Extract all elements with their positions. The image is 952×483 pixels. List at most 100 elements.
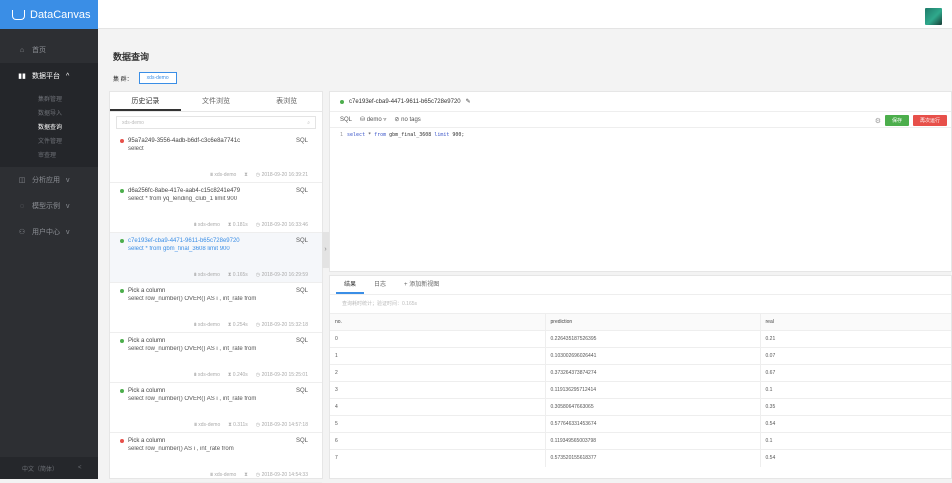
time-value: 2018-09-20 15:25:01 [261, 372, 308, 378]
table-cell: 6 [330, 432, 545, 450]
sql-text: * [365, 132, 375, 138]
duration-meta: ⧗ 0.165s [227, 272, 248, 278]
history-item[interactable]: 95a7a249-3556-4adb-b6df-c3c6e8a7741c sele… [110, 133, 322, 183]
sidebar-subitem-files[interactable]: 文件管理 [0, 135, 98, 149]
history-item-title: Pick a column [128, 438, 166, 444]
tab-log[interactable]: 日志 [366, 276, 394, 294]
edit-icon[interactable]: ✎ [466, 98, 471, 105]
table-cell: 3 [330, 381, 545, 399]
table-row: 5 0.577646331453674 0.54 [330, 415, 951, 433]
cluster-selector-row: 集 群： xds-demo [113, 72, 177, 84]
table-cell: 0.103002696026441 [544, 347, 760, 365]
sidebar-item-models[interactable]: ◌ 模型示例 v [0, 193, 98, 219]
history-search-input[interactable]: xds-demo ⌕ [116, 116, 316, 129]
panel-collapse-handle[interactable]: › [322, 232, 329, 268]
collapse-sidebar-icon[interactable]: < [78, 465, 82, 471]
results-body: 0 0.226435187526395 0.21 1 0.103002696026441… [330, 330, 951, 467]
history-item-type: SQL [295, 288, 308, 294]
tab-file-browser[interactable]: 文件浏览 [181, 92, 252, 111]
history-item[interactable]: c7e193ef-cba9-4471-9611-b65c728e9720 sele… [110, 233, 322, 283]
history-item-id: d6a256fc-8abe-417e-aab4-c15c8241e479 [120, 188, 312, 194]
query-id: c7e193ef-cba9-4471-9611-b65c728e9720 [349, 98, 461, 105]
chevron-down-icon: v [66, 228, 70, 236]
cluster-name: xds-demo [197, 322, 220, 328]
history-item[interactable]: d6a256fc-8abe-417e-aab4-c15c8241e479 sele… [110, 183, 322, 233]
duration-value: 0.254s [232, 322, 248, 328]
cluster-meta: ⩩ xds-demo [194, 422, 221, 428]
history-item-title: 95a7a249-3556-4adb-b6df-c3c6e8a7741c [128, 138, 241, 144]
table-row: 2 0.373264373874274 0.67 [330, 364, 951, 382]
time-meta: ◷ 2018-09-20 16:39:21 [255, 172, 308, 178]
history-item-meta: ⩩ xds-demo ⧗ 0.254s ◷ 2018-09-20 15:32:18 [194, 322, 308, 328]
history-item-type: SQL [295, 188, 308, 194]
column-header[interactable]: no. [330, 313, 545, 331]
column-header[interactable]: real [759, 313, 951, 331]
tags-select[interactable]: ⊘ no tags [394, 116, 420, 123]
table-cell: 0.226435187526395 [544, 330, 760, 348]
results-table: no. prediction real 0 0.226435187526395 0.… [330, 313, 951, 467]
table-cell: 0 [330, 330, 545, 348]
editor-buttons: ⚙ 保存 再次运行 [875, 115, 947, 126]
tab-add-view[interactable]: + 添加新视图 [396, 276, 447, 294]
table-row: 0 0.226435187526395 0.21 [330, 330, 951, 348]
line-number: 1 [340, 132, 344, 138]
language-select[interactable]: 中文（简体） [22, 464, 58, 473]
table-row: 3 0.119136295712414 0.1 [330, 381, 951, 399]
duration-meta: ⧗ [244, 172, 248, 178]
duration-value: 0.181s [232, 222, 248, 228]
history-item-sql: select row_number() OVER() AS i , int_ra… [128, 396, 257, 402]
sidebar-item-home[interactable]: ⌂ 首页 [0, 37, 98, 63]
time-value: 2018-09-20 16:29:59 [261, 272, 308, 278]
duration-meta: ⧗ [244, 472, 248, 478]
history-item[interactable]: Pick a column select row_number() OVER() … [110, 383, 322, 433]
save-button[interactable]: 保存 [884, 115, 909, 126]
table-cell: 0.373264373874274 [544, 364, 760, 382]
sql-code-area[interactable]: 1 select * from gbm_final_3608 limit 900; [330, 128, 951, 142]
history-item-title: Pick a column [128, 338, 166, 344]
history-item[interactable]: Pick a column select row_number() AS i , … [110, 433, 322, 483]
tab-results[interactable]: 结果 [336, 276, 365, 294]
mode-label[interactable]: SQL [340, 117, 352, 123]
sidebar-item-label: 用户中心 [32, 229, 60, 236]
app-logo[interactable]: DataCanvas [0, 0, 98, 29]
sidebar-subitem-cluster[interactable]: 集群管理 [0, 93, 98, 107]
column-header[interactable]: prediction [544, 313, 760, 331]
sidebar-subitem-review[interactable]: 审查理 [0, 149, 98, 163]
table-cell: 0.54 [759, 449, 951, 467]
avatar[interactable] [925, 8, 942, 25]
history-item-type: SQL [295, 138, 308, 144]
cluster-label: 集 群： [113, 76, 133, 83]
history-item[interactable]: Pick a column select row_number() OVER() … [110, 333, 322, 383]
cluster-name: xds-demo [197, 222, 220, 228]
history-item-title: c7e193ef-cba9-4471-9611-b65c728e9720 [128, 238, 240, 244]
time-meta: ◷ 2018-09-20 14:57:18 [255, 422, 308, 428]
status-dot [120, 189, 124, 193]
sidebar-item-user-center[interactable]: ⚇ 用户中心 v [0, 219, 98, 245]
data-platform-icon: ▮▮ [18, 73, 26, 80]
tab-table-browser[interactable]: 表浏览 [251, 92, 322, 111]
cluster-name: xds-demo [214, 472, 237, 478]
cluster-meta: ⩩ xds-demo [193, 322, 220, 328]
history-item-type: SQL [295, 238, 308, 244]
history-list: 95a7a249-3556-4adb-b6df-c3c6e8a7741c sele… [110, 133, 322, 483]
sidebar-item-analysis[interactable]: ◫ 分析应用 v [0, 167, 98, 193]
database-select[interactable]: ⛁ demo ▿ [360, 116, 386, 123]
gear-icon[interactable]: ⚙ [875, 117, 881, 125]
run-again-button[interactable]: 再次运行 [912, 115, 947, 126]
history-item-meta: ⩩ xds-demo ⧗ 0.311s ◷ 2018-09-20 14:57:18 [194, 422, 308, 428]
sidebar-item-label: 模型示例 [32, 203, 60, 210]
history-item-id: Pick a column [120, 338, 312, 344]
history-item-sql: select row_number() OVER() AS i , int_ra… [128, 346, 257, 352]
sidebar-subitem-import[interactable]: 数据导入 [0, 107, 98, 121]
history-item[interactable]: Pick a column select row_number() OVER() … [110, 283, 322, 333]
status-dot [120, 439, 124, 443]
chevron-down-icon: v [66, 176, 70, 184]
table-cell: 2 [330, 364, 545, 382]
sidebar-item-data-platform[interactable]: ▮▮ 数据平台 ^ [0, 63, 98, 89]
tab-history[interactable]: 历史记录 [110, 92, 181, 111]
sidebar-subitem-query[interactable]: 数据查询 [0, 121, 98, 135]
table-cell: 4 [330, 398, 545, 416]
cluster-select[interactable]: xds-demo [138, 72, 177, 84]
cluster-meta: ⩩ xds-demo [193, 272, 220, 278]
sql-text: gbm_final_3608 [386, 132, 435, 138]
